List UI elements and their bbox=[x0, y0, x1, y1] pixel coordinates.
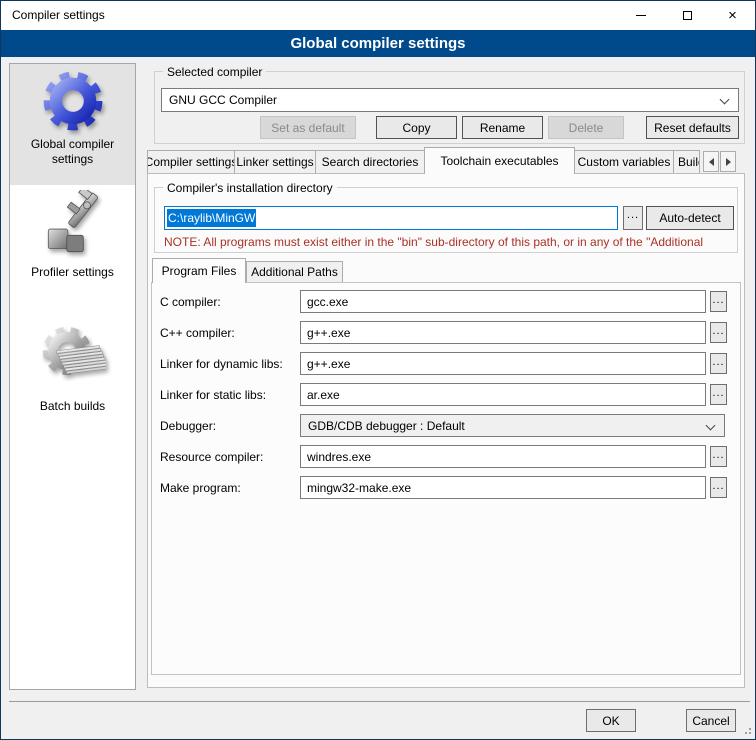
linker-static-label: Linker for static libs: bbox=[160, 388, 266, 402]
compiler-select-value: GNU GCC Compiler bbox=[169, 93, 277, 107]
make-program-browse-button[interactable]: ... bbox=[710, 477, 727, 498]
rename-label: Rename bbox=[480, 121, 525, 135]
tab-label: Build options bbox=[678, 155, 700, 169]
set-as-default-button: Set as default bbox=[260, 116, 356, 139]
set-as-default-label: Set as default bbox=[271, 121, 344, 135]
ok-label: OK bbox=[602, 714, 619, 728]
tab-additional-paths[interactable]: Additional Paths bbox=[246, 261, 343, 283]
close-button[interactable]: × bbox=[710, 1, 755, 30]
cancel-label: Cancel bbox=[692, 714, 729, 728]
installation-directory-legend: Compiler's installation directory bbox=[163, 181, 337, 195]
tab-scroll-left-button[interactable] bbox=[703, 151, 719, 172]
gray-gear-stack-icon bbox=[10, 320, 135, 399]
arrow-right-icon bbox=[726, 158, 731, 166]
cpp-compiler-label: C++ compiler: bbox=[160, 326, 235, 340]
cpp-compiler-browse-button[interactable]: ... bbox=[710, 322, 727, 343]
sidebar-item-label: Batch builds bbox=[10, 399, 135, 414]
program-files-page: C compiler: ... C++ compiler: ... Linker… bbox=[151, 282, 741, 675]
linker-dynamic-label: Linker for dynamic libs: bbox=[160, 357, 283, 371]
browse-directory-button[interactable]: ... bbox=[623, 206, 643, 230]
linker-static-browse-button[interactable]: ... bbox=[710, 384, 727, 405]
maximize-icon bbox=[683, 11, 692, 20]
tab-label: Additional Paths bbox=[251, 265, 338, 279]
tab-search-directories[interactable]: Search directories bbox=[315, 150, 425, 174]
cpp-compiler-input[interactable] bbox=[300, 321, 706, 344]
make-program-input[interactable] bbox=[300, 476, 706, 499]
reset-defaults-label: Reset defaults bbox=[654, 121, 731, 135]
arrow-left-icon bbox=[709, 158, 714, 166]
compiler-select[interactable]: GNU GCC Compiler bbox=[161, 88, 739, 112]
auto-detect-button[interactable]: Auto-detect bbox=[646, 206, 734, 230]
installation-directory-value: C:\raylib\MinGW bbox=[167, 209, 256, 227]
sidebar-item-batch-builds[interactable]: Batch builds bbox=[10, 320, 135, 414]
tab-scroll-right-button[interactable] bbox=[720, 151, 736, 172]
c-compiler-label: C compiler: bbox=[160, 295, 221, 309]
blue-gear-icon bbox=[10, 64, 135, 137]
tab-program-files[interactable]: Program Files bbox=[152, 258, 246, 283]
sidebar-item-label: Profiler settings bbox=[10, 265, 135, 280]
reset-defaults-button[interactable]: Reset defaults bbox=[646, 116, 739, 139]
installation-directory-input[interactable]: C:\raylib\MinGW bbox=[164, 206, 618, 230]
ellipsis-icon: ... bbox=[712, 480, 724, 492]
maximize-button[interactable] bbox=[664, 1, 710, 30]
ellipsis-icon: ... bbox=[712, 356, 724, 368]
tab-label: Custom variables bbox=[578, 155, 671, 169]
window-title: Compiler settings bbox=[12, 8, 105, 22]
titlebar[interactable]: Compiler settings × bbox=[1, 1, 755, 30]
selected-compiler-legend: Selected compiler bbox=[163, 65, 266, 79]
tab-label: Program Files bbox=[162, 264, 237, 278]
close-icon: × bbox=[728, 8, 737, 23]
tab-label: Compiler settings bbox=[147, 155, 235, 169]
tab-label: Search directories bbox=[322, 155, 419, 169]
tab-label: Toolchain executables bbox=[440, 154, 558, 168]
debugger-label: Debugger: bbox=[160, 419, 216, 433]
ellipsis-icon: ... bbox=[712, 294, 724, 306]
settings-category-list: Global compiler settings bbox=[9, 63, 136, 690]
bin-subdirectory-note: NOTE: All programs must exist either in … bbox=[164, 235, 734, 249]
debugger-select-value: GDB/CDB debugger : Default bbox=[308, 419, 465, 433]
linker-static-input[interactable] bbox=[300, 383, 706, 406]
ok-button[interactable]: OK bbox=[586, 709, 636, 732]
sidebar-item-label: settings bbox=[10, 152, 135, 167]
caliper-icon bbox=[10, 190, 135, 265]
ellipsis-icon: ... bbox=[712, 449, 724, 461]
copy-button[interactable]: Copy bbox=[376, 116, 457, 139]
resource-compiler-input[interactable] bbox=[300, 445, 706, 468]
debugger-select[interactable]: GDB/CDB debugger : Default bbox=[300, 414, 725, 437]
copy-label: Copy bbox=[402, 121, 430, 135]
chevron-down-icon bbox=[706, 421, 716, 431]
resource-compiler-browse-button[interactable]: ... bbox=[710, 446, 727, 467]
ellipsis-icon: ... bbox=[627, 209, 639, 221]
ellipsis-icon: ... bbox=[712, 387, 724, 399]
linker-dynamic-input[interactable] bbox=[300, 352, 706, 375]
auto-detect-label: Auto-detect bbox=[659, 211, 720, 225]
tab-build-options[interactable]: Build options bbox=[673, 150, 700, 174]
footer-separator bbox=[9, 701, 750, 702]
resource-compiler-label: Resource compiler: bbox=[160, 450, 263, 464]
tab-label: Linker settings bbox=[236, 155, 313, 169]
chevron-down-icon bbox=[720, 95, 730, 105]
compiler-settings-dialog: Compiler settings × Global compiler sett… bbox=[0, 0, 756, 740]
c-compiler-browse-button[interactable]: ... bbox=[710, 291, 727, 312]
tab-custom-variables[interactable]: Custom variables bbox=[574, 150, 674, 174]
minimize-button[interactable] bbox=[618, 1, 664, 30]
tab-toolchain-executables[interactable]: Toolchain executables bbox=[424, 147, 575, 174]
dialog-header: Global compiler settings bbox=[1, 30, 755, 57]
sidebar-item-label: Global compiler bbox=[10, 137, 135, 152]
delete-label: Delete bbox=[569, 121, 604, 135]
sidebar-item-global-compiler-settings[interactable]: Global compiler settings bbox=[10, 64, 135, 185]
make-program-label: Make program: bbox=[160, 481, 241, 495]
c-compiler-input[interactable] bbox=[300, 290, 706, 313]
linker-dynamic-browse-button[interactable]: ... bbox=[710, 353, 727, 374]
sidebar-item-profiler-settings[interactable]: Profiler settings bbox=[10, 190, 135, 280]
minimize-icon bbox=[636, 15, 646, 16]
ellipsis-icon: ... bbox=[712, 325, 724, 337]
rename-button[interactable]: Rename bbox=[462, 116, 543, 139]
tab-linker-settings[interactable]: Linker settings bbox=[234, 150, 316, 174]
cancel-button[interactable]: Cancel bbox=[686, 709, 736, 732]
tab-compiler-settings[interactable]: Compiler settings bbox=[147, 150, 235, 174]
delete-button: Delete bbox=[548, 116, 624, 139]
dialog-header-title: Global compiler settings bbox=[290, 35, 465, 52]
